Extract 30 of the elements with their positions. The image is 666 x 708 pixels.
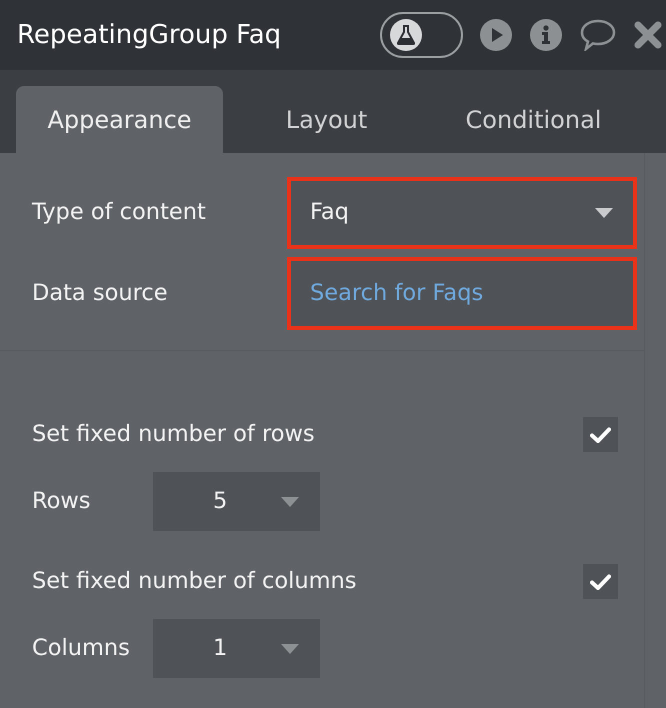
setting-label: Columns: [32, 634, 131, 663]
close-icon[interactable]: [634, 21, 662, 49]
caret-icon: [595, 208, 613, 218]
speech-bubble-icon[interactable]: [580, 19, 616, 51]
tab[interactable]: Conditional: [430, 86, 637, 153]
play-icon[interactable]: [480, 19, 512, 51]
number-dropdown[interactable]: 5: [153, 472, 320, 531]
setting-label: Set fixed number of columns: [32, 566, 358, 596]
field-label: Data source: [32, 278, 169, 308]
dropdown-value: 5: [213, 486, 228, 516]
tab[interactable]: Layout: [223, 86, 430, 153]
content-type-dropdown[interactable]: Faq: [287, 177, 637, 249]
setting-label: Rows: [32, 486, 92, 516]
checkmark-icon: [590, 426, 611, 442]
expression-text: Search for Faqs: [310, 278, 484, 308]
info-icon[interactable]: [530, 19, 562, 51]
panel-title: RepeatingGroup Faq: [17, 18, 282, 52]
field-label: Type of content: [32, 198, 207, 228]
checkmark-icon: [590, 574, 611, 590]
checkbox[interactable]: [583, 564, 618, 599]
flask-icon: [397, 25, 415, 45]
setting-label: Set fixed number of rows: [32, 420, 316, 449]
caret-icon: [281, 496, 299, 506]
caret-icon: [281, 644, 299, 654]
tab[interactable]: Appearance: [16, 86, 223, 153]
number-dropdown[interactable]: 1: [153, 619, 320, 678]
dropdown-value: Faq: [310, 198, 349, 228]
toggle-switch[interactable]: [380, 12, 463, 58]
dropdown-value: 1: [213, 634, 228, 663]
checkbox[interactable]: [583, 417, 618, 452]
